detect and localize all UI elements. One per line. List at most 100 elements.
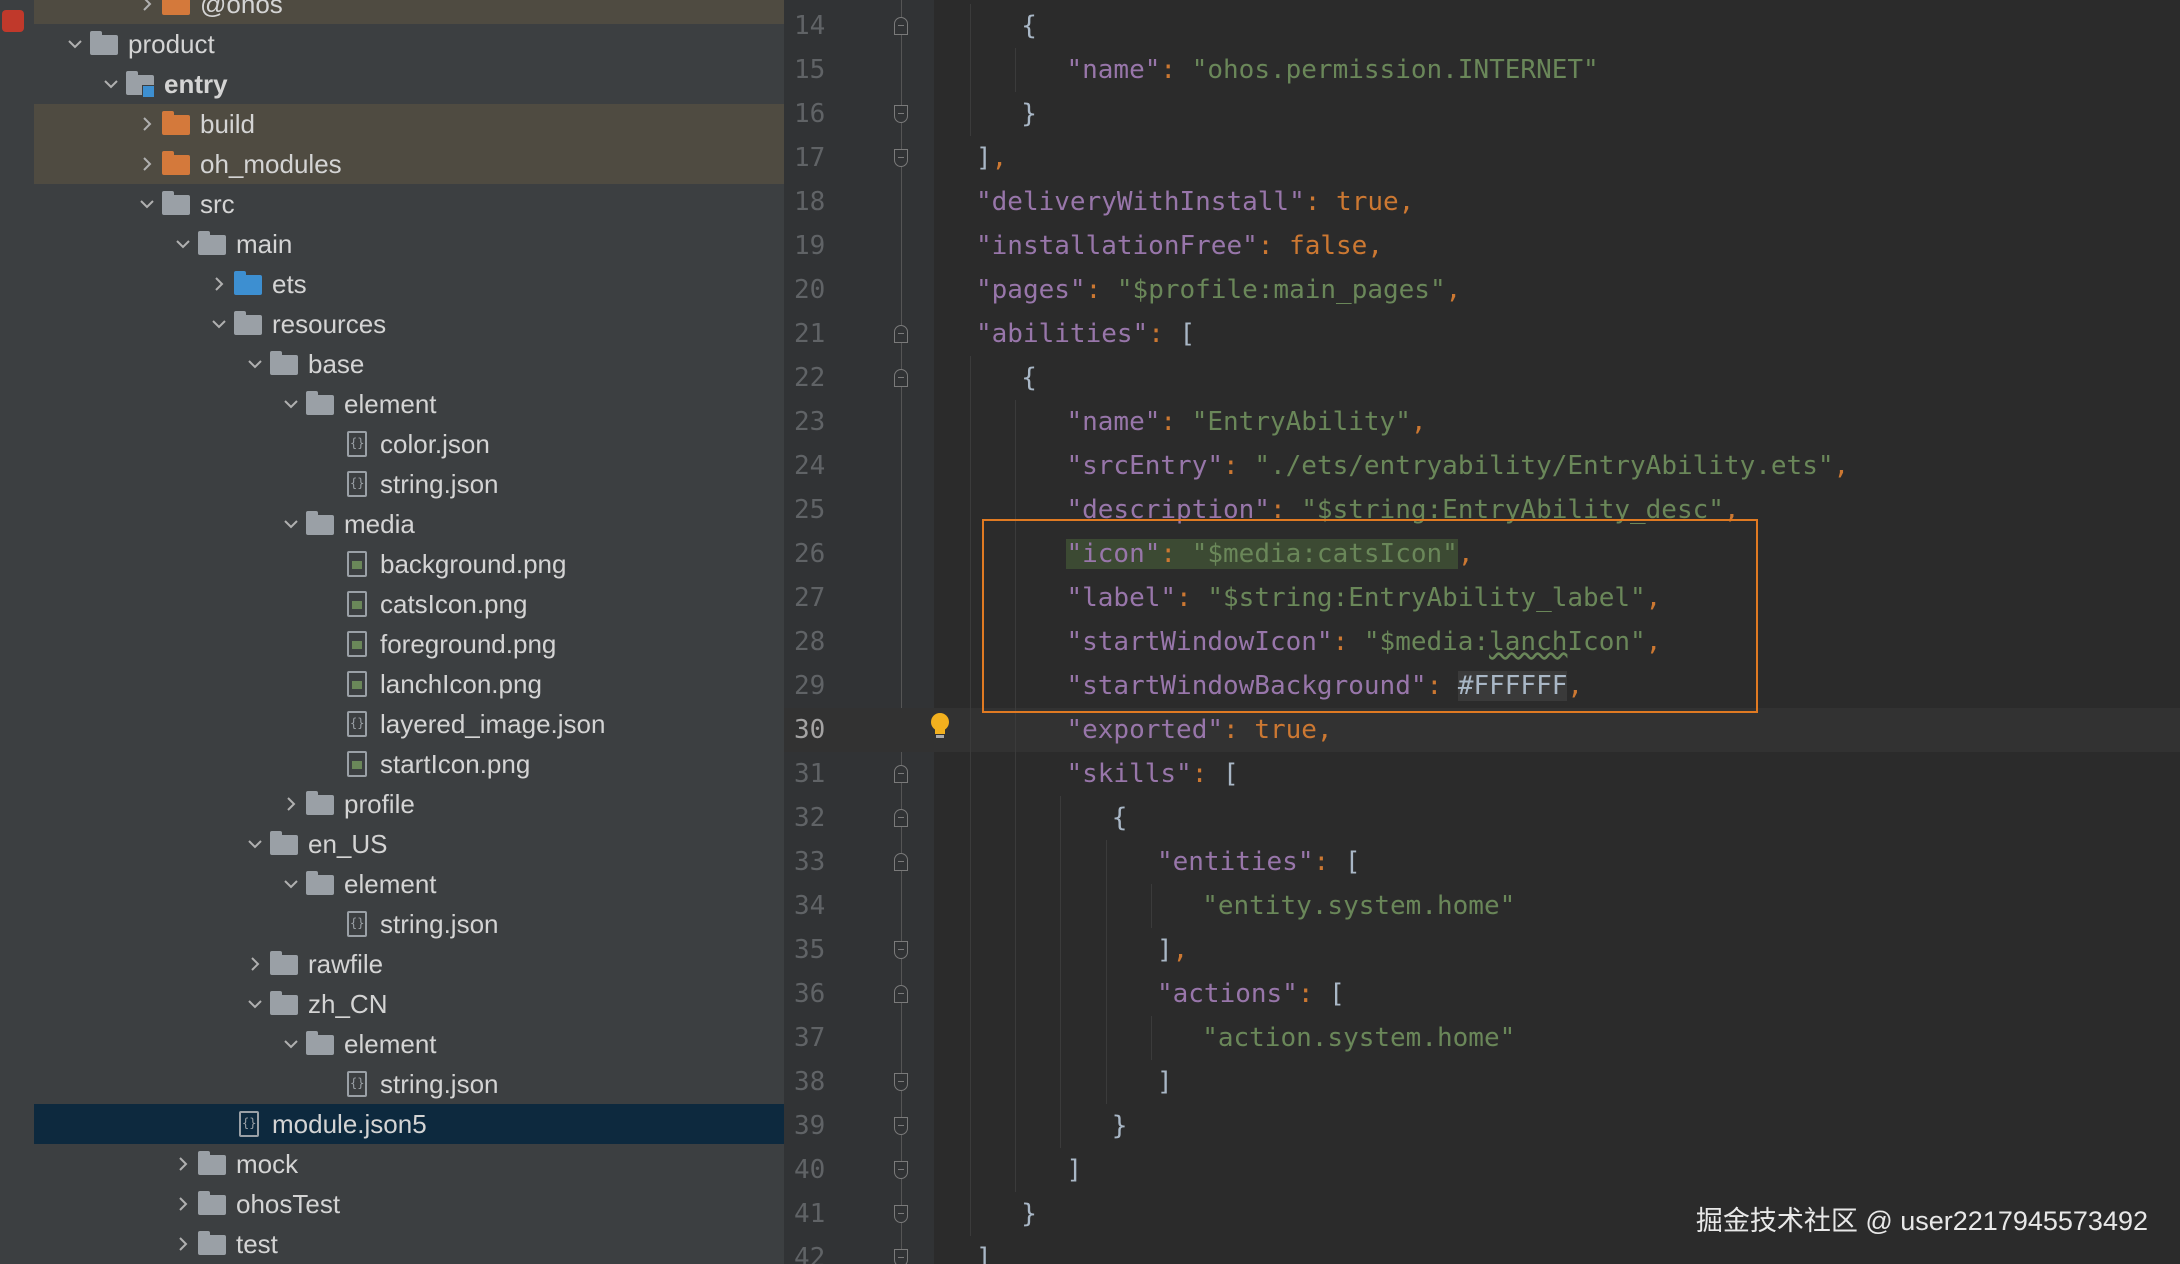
code-line[interactable]: 18 "deliveryWithInstall": true, [784, 180, 2180, 224]
chevron-down-icon[interactable] [240, 344, 270, 384]
tree-item[interactable]: @ohos [34, 0, 784, 24]
tree-item[interactable]: entry [34, 64, 784, 104]
chevron-down-icon[interactable] [276, 384, 306, 424]
chevron-right-icon[interactable] [240, 944, 270, 984]
fold-toggle-icon[interactable] [894, 325, 908, 343]
code-line[interactable]: 24 "srcEntry": "./ets/entryability/EntryA… [784, 444, 2180, 488]
tree-item[interactable]: mock [34, 1144, 784, 1184]
chevron-right-icon[interactable] [132, 144, 162, 184]
code-line[interactable]: 38] [784, 1060, 2180, 1104]
code-line[interactable]: 40] [784, 1148, 2180, 1192]
tree-item[interactable]: string.json [34, 464, 784, 504]
chevron-right-icon[interactable] [168, 1224, 198, 1264]
tree-item[interactable]: element [34, 1024, 784, 1064]
code-token: "entities" [1156, 847, 1314, 877]
tree-item[interactable]: foreground.png [34, 624, 784, 664]
chevron-right-icon[interactable] [168, 1144, 198, 1184]
chevron-down-icon[interactable] [60, 24, 90, 64]
tree-item[interactable]: catsIcon.png [34, 584, 784, 624]
chevron-down-icon[interactable] [240, 824, 270, 864]
code-line[interactable]: 42] [784, 1236, 2180, 1264]
code-line[interactable]: 19 "installationFree": false, [784, 224, 2180, 268]
tree-item[interactable]: test [34, 1224, 784, 1264]
code-line[interactable]: 31 "skills": [ [784, 752, 2180, 796]
tree-item[interactable]: oh_modules [34, 144, 784, 184]
fold-toggle-icon[interactable] [894, 105, 908, 123]
tree-item[interactable]: ets [34, 264, 784, 304]
code-line[interactable]: 35], [784, 928, 2180, 972]
chevron-down-icon[interactable] [168, 224, 198, 264]
code-line[interactable]: 37 "action.system.home" [784, 1016, 2180, 1060]
code-line[interactable]: 29 "startWindowBackground": #FFFFFF, [784, 664, 2180, 708]
tree-item[interactable]: resources [34, 304, 784, 344]
fold-toggle-icon[interactable] [894, 765, 908, 783]
code-line[interactable]: 22 { [784, 356, 2180, 400]
code-line[interactable]: 25 "description": "$string:EntryAbility_d… [784, 488, 2180, 532]
chevron-down-icon[interactable] [96, 64, 126, 104]
tree-item[interactable]: media [34, 504, 784, 544]
tree-item[interactable]: string.json [34, 904, 784, 944]
chevron-right-icon[interactable] [132, 0, 162, 24]
code-editor[interactable]: 14{15 "name": "ohos.permission.INTERNET" 1… [784, 0, 2180, 1264]
code-line[interactable]: 39} [784, 1104, 2180, 1148]
fold-toggle-icon[interactable] [894, 369, 908, 387]
code-line[interactable]: 27 "label": "$string:EntryAbility_label", [784, 576, 2180, 620]
tree-item[interactable]: en_US [34, 824, 784, 864]
code-line[interactable]: 17], [784, 136, 2180, 180]
tree-item[interactable]: background.png [34, 544, 784, 584]
lightbulb-icon[interactable] [929, 712, 951, 742]
tree-item[interactable]: lanchIcon.png [34, 664, 784, 704]
code-line[interactable]: 14 { [784, 4, 2180, 48]
tree-item[interactable]: layered_image.json [34, 704, 784, 744]
chevron-down-icon[interactable] [276, 504, 306, 544]
tree-item[interactable]: product [34, 24, 784, 64]
fold-toggle-icon[interactable] [894, 941, 908, 959]
fold-toggle-icon[interactable] [894, 1073, 908, 1091]
chevron-down-icon[interactable] [204, 304, 234, 344]
chevron-right-icon[interactable] [204, 264, 234, 304]
fold-toggle-icon[interactable] [894, 1249, 908, 1264]
chevron-down-icon[interactable] [240, 984, 270, 1024]
fold-toggle-icon[interactable] [894, 1161, 908, 1179]
fold-toggle-icon[interactable] [894, 17, 908, 35]
tree-item[interactable]: element [34, 384, 784, 424]
code-line[interactable]: 30 "exported": true, [784, 708, 2180, 752]
code-line[interactable]: 34 "entity.system.home" [784, 884, 2180, 928]
chevron-right-icon[interactable] [276, 784, 306, 824]
tree-item[interactable]: profile [34, 784, 784, 824]
fold-toggle-icon[interactable] [894, 853, 908, 871]
code-line[interactable]: 15 "name": "ohos.permission.INTERNET" [784, 48, 2180, 92]
tree-item[interactable]: base [34, 344, 784, 384]
tree-item[interactable]: element [34, 864, 784, 904]
code-line[interactable]: 16} [784, 92, 2180, 136]
fold-toggle-icon[interactable] [894, 1117, 908, 1135]
tree-item[interactable]: src [34, 184, 784, 224]
chevron-down-icon[interactable] [132, 184, 162, 224]
tree-item[interactable]: ohosTest [34, 1184, 784, 1224]
chevron-right-icon[interactable] [132, 104, 162, 144]
code-line[interactable]: 33 "entities": [ [784, 840, 2180, 884]
tree-item[interactable]: module.json5 [34, 1104, 784, 1144]
code-line[interactable]: 23 "name": "EntryAbility", [784, 400, 2180, 444]
code-line[interactable]: 28 "startWindowIcon": "$media:lanchIcon", [784, 620, 2180, 664]
tree-item[interactable]: main [34, 224, 784, 264]
tree-item[interactable]: build [34, 104, 784, 144]
chevron-down-icon[interactable] [276, 1024, 306, 1064]
fold-toggle-icon[interactable] [894, 149, 908, 167]
code-text: "action.system.home" [1202, 1016, 1515, 1060]
code-line[interactable]: 20 "pages": "$profile:main_pages", [784, 268, 2180, 312]
tree-item[interactable]: zh_CN [34, 984, 784, 1024]
chevron-down-icon[interactable] [276, 864, 306, 904]
fold-toggle-icon[interactable] [894, 1205, 908, 1223]
code-line[interactable]: 21 "abilities": [ [784, 312, 2180, 356]
code-line[interactable]: 26 "icon": "$media:catsIcon", [784, 532, 2180, 576]
fold-toggle-icon[interactable] [894, 985, 908, 1003]
code-line[interactable]: 36 "actions": [ [784, 972, 2180, 1016]
fold-toggle-icon[interactable] [894, 809, 908, 827]
tree-item[interactable]: string.json [34, 1064, 784, 1104]
chevron-right-icon[interactable] [168, 1184, 198, 1224]
code-line[interactable]: 32 { [784, 796, 2180, 840]
tree-item[interactable]: color.json [34, 424, 784, 464]
tree-item[interactable]: startIcon.png [34, 744, 784, 784]
tree-item[interactable]: rawfile [34, 944, 784, 984]
